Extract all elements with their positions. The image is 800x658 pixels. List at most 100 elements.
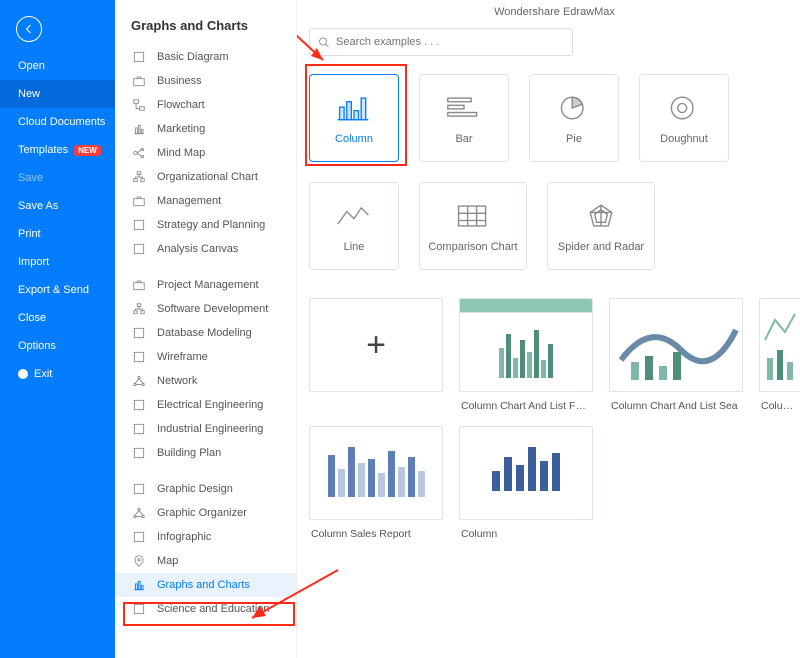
category-item[interactable]: Database Modeling <box>115 321 296 345</box>
line-chart-icon <box>336 201 372 231</box>
category-item[interactable]: Wireframe <box>115 345 296 369</box>
category-item[interactable]: Organizational Chart <box>115 165 296 189</box>
search-box[interactable] <box>309 28 573 56</box>
category-item[interactable]: Industrial Engineering <box>115 417 296 441</box>
file-menu-panel: Open New Cloud Documents TemplatesNEW Sa… <box>0 0 115 658</box>
category-heading: Graphs and Charts <box>115 14 296 45</box>
category-item[interactable]: Electrical Engineering <box>115 393 296 417</box>
card-label: Doughnut <box>660 133 708 145</box>
card-line[interactable]: Line <box>309 182 399 270</box>
category-label: Basic Diagram <box>157 51 229 63</box>
menu-save: Save <box>0 164 115 192</box>
card-comparison[interactable]: Comparison Chart <box>419 182 527 270</box>
card-label: Pie <box>566 133 582 145</box>
back-button[interactable] <box>16 16 42 42</box>
category-icon <box>131 169 147 185</box>
search-input[interactable] <box>336 36 564 48</box>
category-item[interactable]: Flowchart <box>115 93 296 117</box>
template-row: Column Sales Report Column <box>309 426 800 540</box>
category-item[interactable]: Map <box>115 549 296 573</box>
card-label: Column <box>335 133 373 145</box>
category-item[interactable]: Science and Education <box>115 597 296 621</box>
category-label: Building Plan <box>157 447 221 459</box>
template-blank[interactable]: + <box>309 298 443 412</box>
card-column[interactable]: Column <box>309 74 399 162</box>
menu-new[interactable]: New <box>0 80 115 108</box>
category-item[interactable]: Mind Map <box>115 141 296 165</box>
category-icon <box>131 121 147 137</box>
category-label: Marketing <box>157 123 205 135</box>
category-label: Industrial Engineering <box>157 423 263 435</box>
menu-print[interactable]: Print <box>0 220 115 248</box>
category-label: Electrical Engineering <box>157 399 263 411</box>
search-icon <box>318 36 330 49</box>
category-icon <box>131 397 147 413</box>
category-icon <box>131 505 147 521</box>
category-icon <box>131 73 147 89</box>
category-item[interactable]: Software Development <box>115 297 296 321</box>
category-item[interactable]: Graphic Design <box>115 477 296 501</box>
menu-export-send[interactable]: Export & Send <box>0 276 115 304</box>
category-item[interactable]: Graphs and Charts <box>115 573 296 597</box>
arrow-left-icon <box>23 23 35 35</box>
template-item[interactable]: Column <box>459 426 593 540</box>
menu-options[interactable]: Options <box>0 332 115 360</box>
chart-type-cards: Column Bar Pie Doughnut Line Comparison … <box>309 74 800 270</box>
plus-icon: + <box>366 326 386 365</box>
template-caption: Column Sales Report <box>309 520 443 540</box>
template-item[interactable]: Column Chart And List Sea <box>609 298 743 412</box>
category-item[interactable]: Project Management <box>115 273 296 297</box>
category-panel: Graphs and Charts Basic Diagram Business F… <box>115 0 297 658</box>
pie-chart-icon <box>556 93 592 123</box>
card-bar[interactable]: Bar <box>419 74 509 162</box>
category-item[interactable]: Building Plan <box>115 441 296 465</box>
menu-open[interactable]: Open <box>0 52 115 80</box>
category-item[interactable]: Graphic Organizer <box>115 501 296 525</box>
category-label: Business <box>157 75 202 87</box>
card-spider[interactable]: Spider and Radar <box>547 182 655 270</box>
spider-chart-icon <box>583 201 619 231</box>
category-label: Graphic Design <box>157 483 233 495</box>
menu-import[interactable]: Import <box>0 248 115 276</box>
category-item[interactable]: Infographic <box>115 525 296 549</box>
category-icon <box>131 145 147 161</box>
category-icon <box>131 601 147 617</box>
card-pie[interactable]: Pie <box>529 74 619 162</box>
main-panel: Wondershare EdrawMax Column Bar Pie Doug… <box>297 0 800 658</box>
menu-close[interactable]: Close <box>0 304 115 332</box>
category-item[interactable]: Network <box>115 369 296 393</box>
card-label: Comparison Chart <box>428 241 517 253</box>
exit-icon <box>18 369 28 379</box>
category-item[interactable]: Basic Diagram <box>115 45 296 69</box>
category-item[interactable]: Marketing <box>115 117 296 141</box>
category-label: Mind Map <box>157 147 205 159</box>
category-icon <box>131 529 147 545</box>
category-item[interactable]: Management <box>115 189 296 213</box>
template-item[interactable]: Column Cha <box>759 298 800 412</box>
category-label: Organizational Chart <box>157 171 258 183</box>
category-icon <box>131 217 147 233</box>
category-icon <box>131 301 147 317</box>
template-caption: Column Chart And List Sea <box>609 392 743 412</box>
template-item[interactable]: Column Chart And List Fade <box>459 298 593 412</box>
template-item[interactable]: Column Sales Report <box>309 426 443 540</box>
category-icon <box>131 577 147 593</box>
category-icon <box>131 349 147 365</box>
menu-exit[interactable]: Exit <box>0 360 115 388</box>
menu-cloud-documents[interactable]: Cloud Documents <box>0 108 115 136</box>
category-icon <box>131 373 147 389</box>
category-label: Science and Education <box>157 603 270 615</box>
category-label: Map <box>157 555 178 567</box>
category-item[interactable]: Strategy and Planning <box>115 213 296 237</box>
menu-save-as[interactable]: Save As <box>0 192 115 220</box>
category-label: Management <box>157 195 221 207</box>
category-item[interactable]: Analysis Canvas <box>115 237 296 261</box>
category-item[interactable]: Business <box>115 69 296 93</box>
category-icon <box>131 421 147 437</box>
template-caption: Column Cha <box>759 392 800 412</box>
card-doughnut[interactable]: Doughnut <box>639 74 729 162</box>
menu-templates[interactable]: TemplatesNEW <box>0 136 115 164</box>
template-preview-icon <box>611 300 741 390</box>
category-icon <box>131 277 147 293</box>
category-icon <box>131 193 147 209</box>
